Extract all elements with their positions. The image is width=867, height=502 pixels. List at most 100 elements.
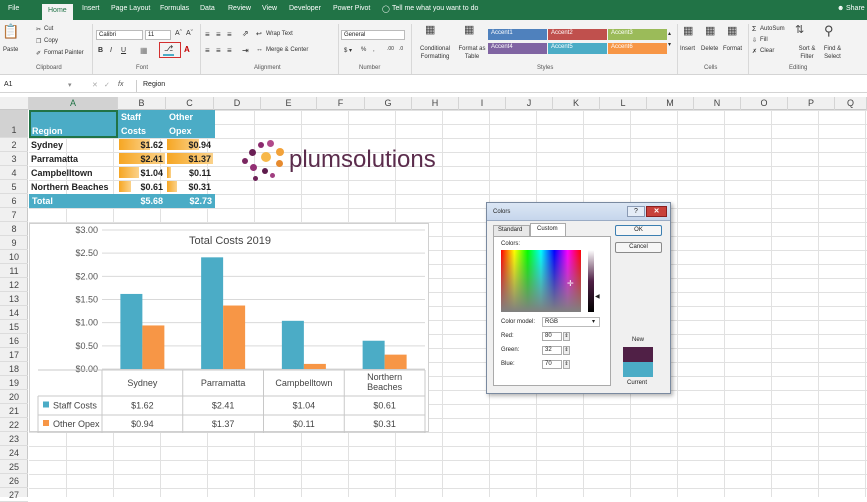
- row-header-23[interactable]: 23: [0, 432, 28, 446]
- close-icon[interactable]: ✕: [646, 206, 667, 217]
- underline-icon[interactable]: U: [121, 47, 126, 54]
- col-header-i[interactable]: I: [459, 97, 506, 110]
- tell-me-box[interactable]: Tell me what you want to do: [392, 5, 478, 12]
- delete-cells-button[interactable]: Delete: [701, 46, 718, 52]
- row-header-20[interactable]: 20: [0, 390, 28, 404]
- row-header-8[interactable]: 8: [0, 222, 28, 236]
- tab-home[interactable]: Home: [42, 4, 73, 20]
- font-name-select[interactable]: Calibri: [96, 30, 143, 40]
- total-other[interactable]: $2.73: [166, 194, 215, 208]
- cell-region[interactable]: Parramatta: [31, 152, 117, 166]
- col-header-l[interactable]: L: [600, 97, 647, 110]
- blue-spinner-icon[interactable]: ⇕: [563, 360, 570, 369]
- row-header-22[interactable]: 22: [0, 418, 28, 432]
- format-painter-button[interactable]: Format Painter: [44, 50, 84, 56]
- styles-scroll-down-icon[interactable]: ▾: [668, 41, 671, 48]
- style-accent2[interactable]: Accent2: [548, 29, 607, 40]
- increase-decimal-icon[interactable]: .00: [387, 46, 394, 52]
- col-header-e[interactable]: E: [261, 97, 317, 110]
- row-header-4[interactable]: 4: [0, 166, 28, 180]
- col-header-d[interactable]: D: [214, 97, 261, 110]
- row-header-24[interactable]: 24: [0, 446, 28, 460]
- align-left-icon[interactable]: ≡: [205, 46, 210, 55]
- red-spinner-icon[interactable]: ⇕: [563, 332, 570, 341]
- align-right-icon[interactable]: ≡: [227, 46, 232, 55]
- row-header-21[interactable]: 21: [0, 404, 28, 418]
- tab-developer[interactable]: Developer: [289, 5, 321, 12]
- tab-review[interactable]: Review: [228, 5, 251, 12]
- align-middle-icon[interactable]: ≡: [216, 30, 221, 39]
- cell-region[interactable]: Sydney: [31, 138, 117, 152]
- col-header-p[interactable]: P: [788, 97, 835, 110]
- fill-color-icon[interactable]: ⎇: [164, 44, 173, 53]
- confirm-entry-icon[interactable]: ✓: [104, 81, 110, 89]
- row-header-2[interactable]: 2: [0, 138, 28, 152]
- row-header-10[interactable]: 10: [0, 250, 28, 264]
- col-header-m[interactable]: M: [647, 97, 694, 110]
- col-header-b[interactable]: B: [118, 97, 166, 110]
- row-header-15[interactable]: 15: [0, 320, 28, 334]
- cut-button[interactable]: Cut: [44, 26, 53, 32]
- blue-input[interactable]: 70: [542, 360, 562, 369]
- total-label[interactable]: Total: [29, 194, 118, 208]
- row-header-6[interactable]: 6: [0, 194, 28, 208]
- row-header-5[interactable]: 5: [0, 180, 28, 194]
- help-icon[interactable]: ?: [627, 206, 645, 217]
- total-staff[interactable]: $5.68: [118, 194, 166, 208]
- paste-icon[interactable]: 📋: [2, 23, 19, 40]
- total-costs-chart[interactable]: Total Costs 2019 $0.00 $0.50 $1.00 $1.50 $2.0…: [29, 223, 429, 434]
- italic-icon[interactable]: I: [110, 47, 112, 54]
- percent-icon[interactable]: %: [361, 47, 366, 53]
- name-box-dropdown-icon[interactable]: ▾: [68, 81, 72, 89]
- sort-filter-button[interactable]: Sort & Filter: [796, 45, 818, 61]
- col-header-q[interactable]: Q: [835, 97, 867, 110]
- wrap-text-button[interactable]: Wrap Text: [266, 31, 293, 37]
- cell-staff-value[interactable]: $0.61: [118, 180, 165, 194]
- row-header-17[interactable]: 17: [0, 348, 28, 362]
- styles-scroll-up-icon[interactable]: ▴: [668, 30, 671, 37]
- col-header-a[interactable]: A: [29, 97, 118, 110]
- orientation-icon[interactable]: ⇗: [242, 29, 249, 38]
- paste-button[interactable]: Paste: [3, 47, 18, 53]
- autosum-button[interactable]: AutoSum: [760, 26, 785, 32]
- formula-input[interactable]: Region: [141, 80, 841, 91]
- row-header-27[interactable]: 27: [0, 488, 28, 502]
- currency-icon[interactable]: $ ▾: [344, 47, 352, 54]
- border-icon[interactable]: ▦: [140, 46, 148, 55]
- col-header-f[interactable]: F: [317, 97, 365, 110]
- indent-icon[interactable]: ⇥: [242, 46, 249, 55]
- tab-formulas[interactable]: Formulas: [160, 5, 189, 12]
- cell-other-value[interactable]: $0.11: [166, 166, 213, 180]
- cell-region[interactable]: Campbelltown: [31, 166, 117, 180]
- row-header-7[interactable]: 7: [0, 208, 28, 222]
- row-header-9[interactable]: 9: [0, 236, 28, 250]
- style-accent5[interactable]: Accent5: [548, 43, 607, 54]
- cell-staff-value[interactable]: $1.62: [118, 138, 165, 152]
- cancel-button[interactable]: Cancel: [615, 242, 662, 253]
- row-header-14[interactable]: 14: [0, 306, 28, 320]
- style-accent1[interactable]: Accent1: [488, 29, 547, 40]
- shrink-font-icon[interactable]: Aˇ: [186, 30, 193, 37]
- green-input[interactable]: 32: [542, 346, 562, 355]
- share-button[interactable]: Share: [846, 5, 865, 12]
- row-header-26[interactable]: 26: [0, 474, 28, 488]
- font-color-icon[interactable]: A: [184, 45, 190, 54]
- cell-other-value[interactable]: $0.94: [166, 138, 213, 152]
- luminance-slider[interactable]: [588, 250, 594, 312]
- merge-center-button[interactable]: Merge & Center: [266, 47, 308, 53]
- row-header-3[interactable]: 3: [0, 152, 28, 166]
- style-accent3[interactable]: Accent3: [608, 29, 667, 40]
- style-accent6[interactable]: Accent6: [608, 43, 667, 54]
- tab-power-pivot[interactable]: Power Pivot: [333, 5, 370, 12]
- comma-icon[interactable]: ,: [373, 47, 375, 53]
- row-header-18[interactable]: 18: [0, 362, 28, 376]
- copy-button[interactable]: Copy: [44, 38, 58, 44]
- cell-other-value[interactable]: $1.37: [166, 152, 213, 166]
- row-header-13[interactable]: 13: [0, 292, 28, 306]
- red-input[interactable]: 80: [542, 332, 562, 341]
- format-cells-button[interactable]: Format: [723, 46, 742, 52]
- cell-staff-value[interactable]: $2.41: [118, 152, 165, 166]
- col-header-c[interactable]: C: [166, 97, 214, 110]
- select-all-corner[interactable]: [0, 97, 29, 110]
- style-accent4[interactable]: Accent4: [488, 43, 547, 54]
